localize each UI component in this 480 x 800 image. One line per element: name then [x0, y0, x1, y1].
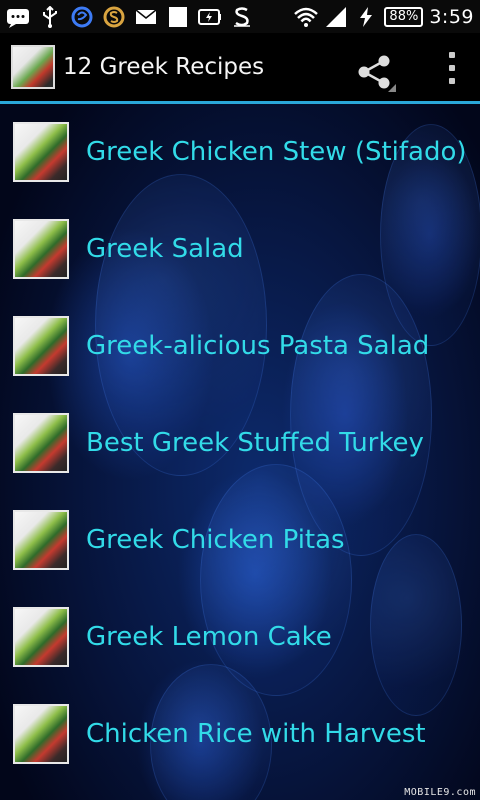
recipe-title: Best Greek Stuffed Turkey: [86, 428, 424, 458]
battery-level: 88%: [384, 6, 424, 27]
signal-icon: [324, 6, 348, 28]
recipe-title: Greek Lemon Cake: [86, 622, 332, 652]
recipe-thumbnail: [13, 510, 69, 570]
app-logo[interactable]: [11, 45, 55, 89]
recipe-thumbnail: [13, 316, 69, 376]
list-item[interactable]: Greek Salad: [0, 204, 480, 294]
notification-icon: [166, 6, 190, 28]
email-icon: [134, 6, 158, 28]
recipe-title: Greek Salad: [86, 234, 244, 264]
recipe-thumbnail: [13, 219, 69, 279]
watermark: MOBILE9.com: [404, 787, 476, 798]
overflow-menu-button[interactable]: [440, 52, 464, 84]
recipe-title: Greek-alicious Pasta Salad: [86, 331, 430, 361]
messages-icon: [6, 6, 30, 28]
status-bar: 88% 3:59: [0, 0, 480, 33]
list-item[interactable]: Best Greek Stuffed Turkey: [0, 398, 480, 488]
share-icon: [358, 55, 396, 92]
recipe-title: Greek Chicken Stew (Stifado): [86, 137, 467, 167]
battery-saver-icon: [198, 6, 222, 28]
recipe-thumbnail: [13, 413, 69, 473]
recipe-thumbnail: [13, 122, 69, 182]
recipe-thumbnail: [13, 607, 69, 667]
app-s-icon: [102, 6, 126, 28]
app-title: 12 Greek Recipes: [63, 54, 265, 80]
list-item[interactable]: Greek Chicken Pitas: [0, 495, 480, 585]
recipe-title: Greek Chicken Pitas: [86, 525, 345, 555]
usb-icon: [38, 5, 62, 28]
recipe-title: Chicken Rice with Harvest: [86, 719, 426, 749]
recipe-thumbnail: [13, 704, 69, 764]
list-item[interactable]: Greek-alicious Pasta Salad: [0, 301, 480, 391]
app-bar: 12 Greek Recipes: [0, 33, 480, 101]
list-item[interactable]: Greek Lemon Cake: [0, 592, 480, 682]
charging-icon: [354, 6, 378, 28]
s-icon: [230, 6, 254, 28]
wifi-icon: [294, 6, 319, 28]
recipe-list-container[interactable]: Greek Chicken Stew (Stifado) Greek Salad…: [0, 104, 480, 800]
list-item[interactable]: Greek Chicken Stew (Stifado): [0, 107, 480, 197]
list-item[interactable]: Chicken Rice with Harvest: [0, 689, 480, 779]
sync-icon: [70, 6, 94, 28]
share-button[interactable]: [354, 50, 398, 94]
overflow-menu-icon: [449, 52, 455, 58]
clock: 3:59: [429, 5, 474, 28]
